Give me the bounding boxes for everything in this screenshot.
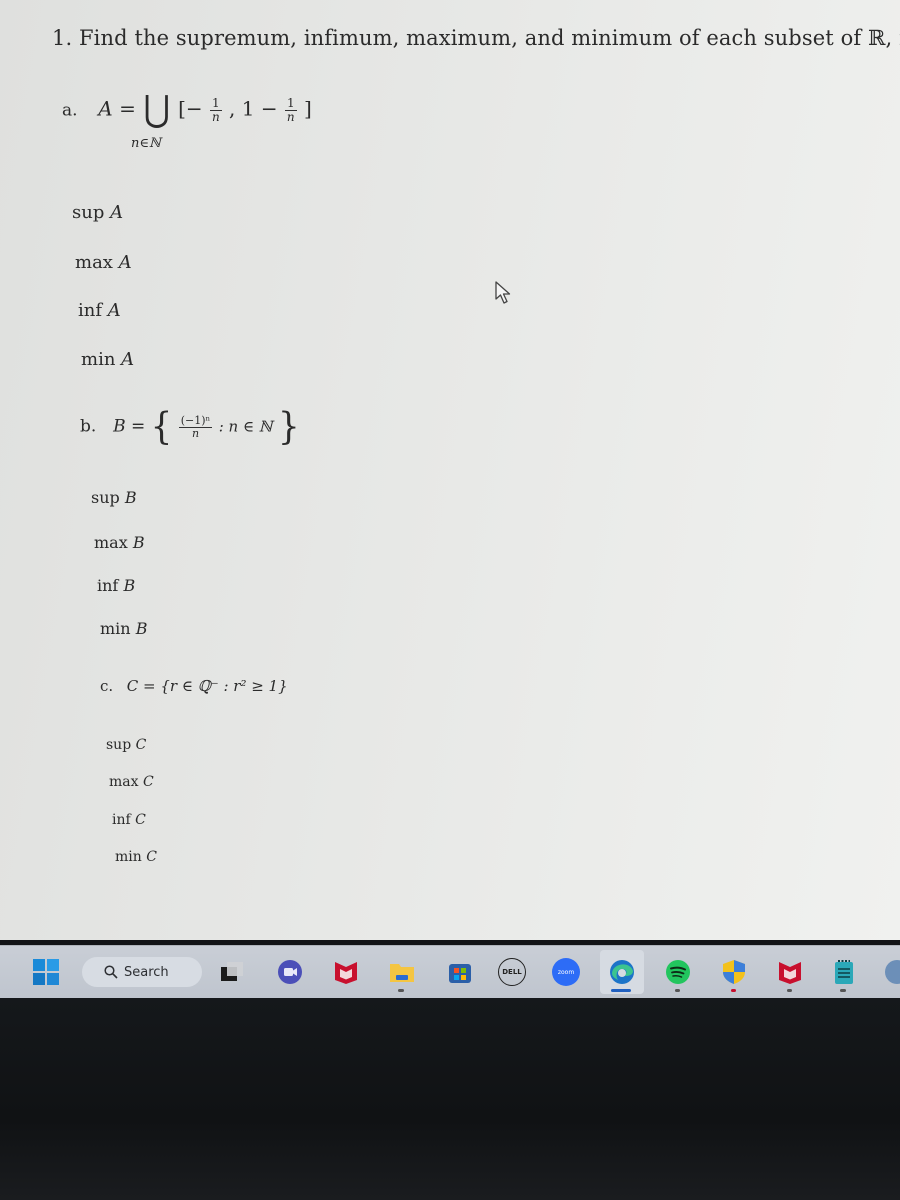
laptop-bezel — [0, 998, 900, 1200]
running-indicator — [731, 989, 736, 992]
min-b-prompt: min B — [100, 619, 148, 638]
sup-b-prompt: sup B — [91, 488, 137, 507]
shield-icon[interactable] — [720, 958, 748, 986]
max-b-prompt: max B — [94, 533, 145, 552]
taskbar: Search DELL zoom — [0, 945, 900, 998]
zoom-text: zoom — [557, 968, 575, 976]
part-b-definition: b. B = { (−1)ⁿ n : n ∈ ℕ } — [80, 405, 300, 449]
task-view-icon[interactable] — [218, 958, 246, 986]
inf-a-prompt: inf A — [78, 300, 121, 321]
part-c-definition: c. C = {r ∈ ℚ⁻ : r² ≥ 1} — [100, 677, 288, 695]
sup-a-prompt: sup A — [72, 202, 124, 223]
inf-b-prompt: inf B — [97, 576, 136, 595]
set-name-c: C — [126, 677, 139, 695]
search-box[interactable]: Search — [82, 957, 202, 987]
edge-icon[interactable] — [608, 958, 636, 986]
running-indicator — [787, 989, 792, 992]
condition-b: : n ∈ ℕ — [218, 417, 273, 436]
inf-c-prompt: inf C — [112, 812, 146, 828]
interval-open: [− — [178, 96, 203, 121]
zoom-icon[interactable]: zoom — [552, 958, 580, 986]
left-brace: { — [150, 405, 173, 449]
mouse-cursor-icon — [495, 281, 511, 304]
part-a-definition: a. A = ⋃ [− 1n , 1 − 1n ] — [62, 89, 312, 130]
notepad-icon[interactable] — [830, 958, 858, 986]
problem-title: 1. Find the supremum, infimum, maximum, … — [52, 26, 900, 50]
spotify-icon[interactable] — [664, 958, 692, 986]
partial-app-icon[interactable] — [885, 960, 900, 984]
union-index: n∈ℕ — [131, 136, 161, 151]
set-c-builder: {r ∈ ℚ⁻ : r² ≥ 1} — [160, 677, 288, 695]
mcafee-icon[interactable] — [776, 958, 804, 986]
store-icon[interactable] — [446, 958, 474, 986]
min-a-prompt: min A — [81, 349, 135, 370]
interval-middle: , 1 − — [229, 96, 278, 121]
folder-icon[interactable] — [388, 958, 416, 986]
sup-c-prompt: sup C — [106, 737, 147, 753]
running-indicator — [675, 989, 680, 992]
search-icon — [104, 965, 118, 979]
fraction-1-over-n: 1n — [210, 95, 222, 124]
part-a-label: a. — [62, 100, 78, 121]
set-name-b: B — [113, 416, 126, 437]
windows-logo-icon[interactable] — [32, 958, 60, 986]
min-c-prompt: min C — [115, 849, 157, 865]
fraction-1-over-n-2: 1n — [284, 95, 297, 124]
max-a-prompt: max A — [75, 252, 132, 273]
part-c-label: c. — [100, 677, 114, 695]
active-indicator — [611, 989, 631, 992]
max-c-prompt: max C — [109, 774, 154, 790]
running-indicator — [398, 989, 404, 992]
part-b-label: b. — [80, 416, 97, 437]
dell-text: DELL — [502, 968, 522, 976]
union-symbol: ⋃ — [143, 89, 171, 130]
interval-close: ] — [303, 96, 312, 121]
running-indicator — [840, 989, 846, 992]
mcafee-icon[interactable] — [332, 958, 360, 986]
document-screen: 1. Find the supremum, infimum, maximum, … — [0, 0, 900, 940]
dell-icon[interactable]: DELL — [498, 958, 526, 986]
search-label: Search — [124, 964, 169, 980]
right-brace: } — [277, 405, 300, 449]
fraction-neg1-pow-n-over-n: (−1)ⁿ n — [178, 413, 213, 440]
set-name-a: A — [98, 96, 113, 121]
video-chat-icon[interactable] — [276, 958, 304, 986]
